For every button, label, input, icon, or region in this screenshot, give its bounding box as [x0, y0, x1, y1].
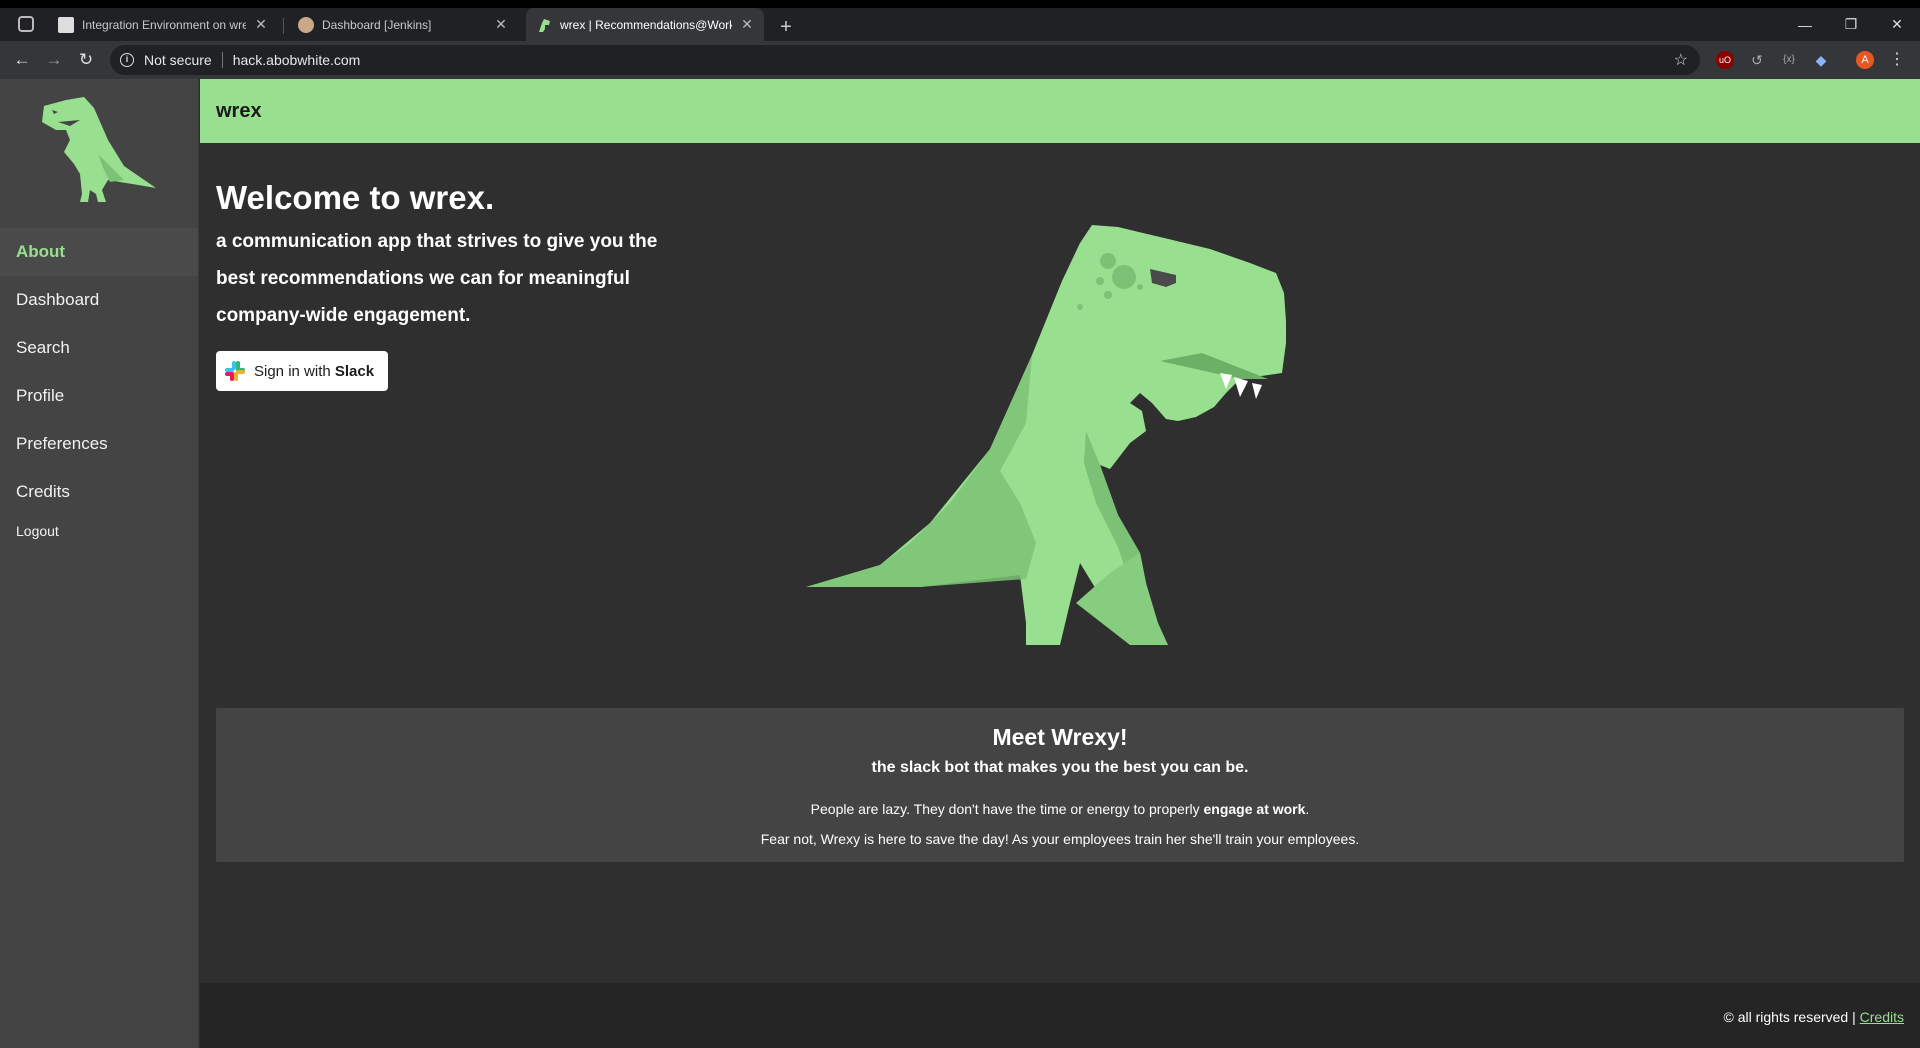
tab-jenkins[interactable]: Dashboard [Jenkins] ✕	[288, 8, 518, 41]
wrexy-dinosaur-illustration	[806, 225, 1286, 645]
sidebar-item-logout[interactable]: Logout	[0, 511, 198, 551]
main-content: Welcome to wrex. a communication app tha…	[200, 143, 1920, 983]
wrex-dino-icon	[536, 17, 552, 33]
card-text-line-2: Fear not, Wrexy is here to save the day!…	[760, 831, 1360, 847]
profile-avatar[interactable]: A	[1856, 51, 1874, 69]
sidebar-item-dashboard[interactable]: Dashboard	[0, 276, 198, 324]
menu-kebab-icon[interactable]: ⋮	[1888, 51, 1906, 69]
window-titlebar	[0, 0, 1920, 8]
sidebar-item-profile[interactable]: Profile	[0, 372, 198, 420]
ublock-icon[interactable]: uO	[1716, 51, 1734, 69]
page: About Dashboard Search Profile Preferenc…	[0, 79, 1920, 1048]
slack-button-label: Sign in with Slack	[254, 362, 375, 380]
tab-strip: Integration Environment on wrex ✕ Dashbo…	[0, 8, 1920, 41]
header-bar: wrex	[200, 79, 1920, 143]
history-icon[interactable]: ↺	[1748, 51, 1766, 69]
reload-button[interactable]: ↻	[74, 48, 98, 72]
close-window-button[interactable]: ✕	[1874, 8, 1920, 41]
trello-icon	[58, 16, 74, 33]
page-title: Welcome to wrex.	[216, 179, 495, 216]
sidebar-item-about[interactable]: About	[0, 228, 198, 276]
browser-toolbar: ← → ↻ i Not secure hack.abobwhite.com ☆ …	[0, 41, 1920, 79]
extension-icon[interactable]: {x}	[1780, 51, 1798, 69]
close-tab-icon[interactable]: ✕	[254, 16, 268, 33]
address-bar[interactable]: i Not secure hack.abobwhite.com ☆	[110, 45, 1700, 75]
omnibox-divider	[221, 52, 223, 68]
tab-title: Dashboard [Jenkins]	[322, 17, 432, 32]
forward-button[interactable]: →	[42, 48, 66, 72]
security-label: Not secure	[144, 52, 212, 68]
meet-wrexy-card: Meet Wrexy! the slack bot that makes you…	[216, 708, 1904, 862]
footer-copyright: © all rights reserved | Credits	[1723, 1009, 1904, 1025]
tab-title: Integration Environment on wrex	[82, 17, 246, 32]
tab-separator	[283, 18, 284, 34]
footer: © all rights reserved | Credits	[200, 983, 1920, 1048]
shield-extension-icon[interactable]: ◆	[1812, 51, 1830, 69]
sidebar-item-credits[interactable]: Credits	[0, 468, 198, 516]
page-subtitle: a communication app that strives to give…	[216, 231, 658, 326]
sidebar-item-preferences[interactable]: Preferences	[0, 420, 198, 468]
info-icon[interactable]: i	[120, 53, 134, 67]
card-subtitle: the slack bot that makes you the best yo…	[871, 759, 1249, 776]
wrex-logo	[42, 97, 156, 202]
sidebar: About Dashboard Search Profile Preferenc…	[0, 79, 199, 1048]
close-tab-icon[interactable]: ✕	[740, 16, 754, 33]
slack-logo-icon	[225, 361, 245, 381]
restore-button[interactable]: ❐	[1828, 8, 1874, 41]
app-menu-icon[interactable]	[18, 16, 34, 32]
minimize-button[interactable]: —	[1782, 8, 1828, 41]
tab-wrex[interactable]: wrex | Recommendations@Work ✕	[526, 8, 764, 41]
card-text-line-1: People are lazy. They don't have the tim…	[810, 801, 1310, 817]
tab-title: wrex | Recommendations@Work	[560, 17, 732, 32]
footer-credits-link[interactable]: Credits	[1860, 1009, 1904, 1025]
close-tab-icon[interactable]: ✕	[494, 16, 508, 33]
brand-title: wrex	[216, 100, 262, 122]
tab-integration[interactable]: Integration Environment on wrex ✕	[48, 8, 278, 41]
jenkins-icon	[298, 16, 314, 33]
new-tab-button[interactable]: +	[776, 16, 796, 39]
url-text[interactable]: hack.abobwhite.com	[233, 52, 361, 68]
bookmark-star-icon[interactable]: ☆	[1674, 50, 1688, 70]
sign-in-with-slack-button[interactable]: Sign in with Slack	[216, 351, 388, 391]
sidebar-item-search[interactable]: Search	[0, 324, 198, 372]
back-button[interactable]: ←	[10, 48, 34, 72]
card-title: Meet Wrexy!	[992, 724, 1128, 750]
